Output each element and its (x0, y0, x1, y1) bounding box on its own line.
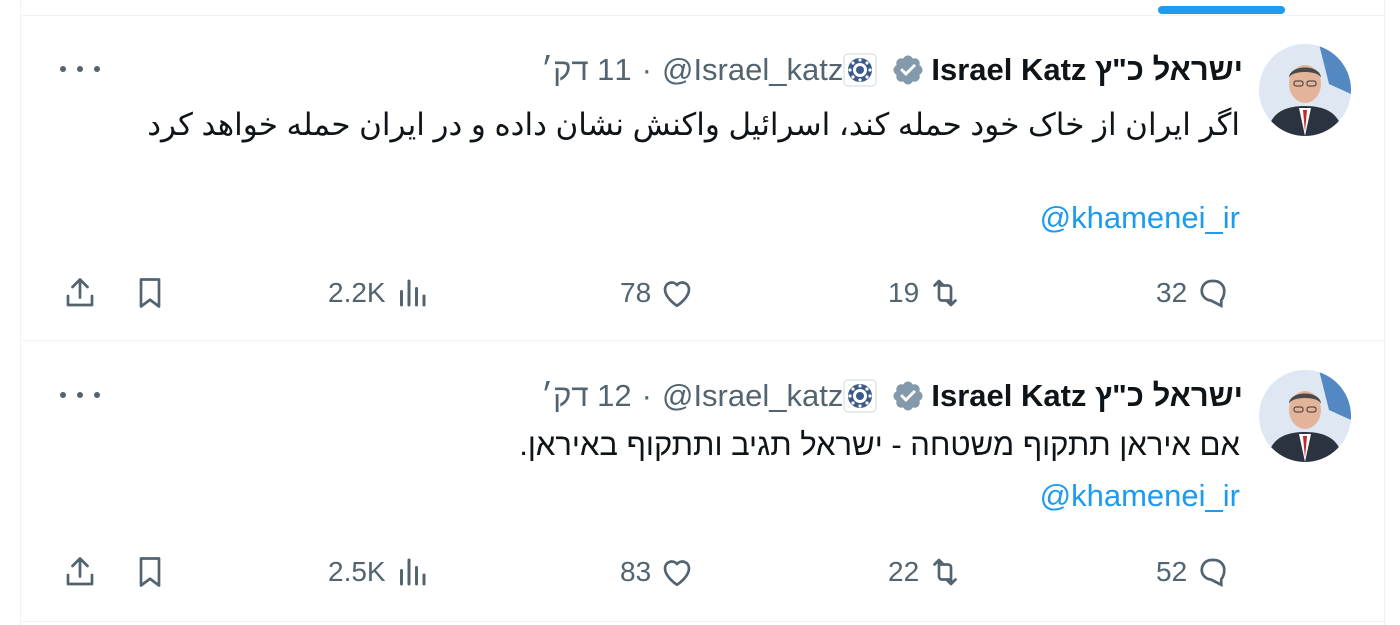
author-handle[interactable]: @Israel_katz (662, 378, 843, 414)
retweet-icon (933, 558, 958, 586)
tweet-header: ישראל כ"ץ Israel Katz @Israel_katz · 11 … (541, 52, 1243, 88)
views-count: 2.5K (328, 556, 386, 587)
share-button[interactable] (62, 268, 98, 318)
share-icon (66, 557, 94, 586)
like-count: 78 (620, 277, 652, 308)
author-name[interactable]: ישראל כ"ץ Israel Katz (931, 52, 1243, 88)
reply-button[interactable]: 52 (1156, 547, 1231, 597)
tweet-actions: 32 19 78 2.2K (20, 268, 1385, 318)
separator-dot: · (641, 52, 652, 87)
more-icon[interactable] (60, 56, 100, 82)
tweet-actions: 52 22 83 2.5K (20, 547, 1385, 597)
bookmark-button[interactable] (132, 547, 168, 597)
like-count: 83 (620, 556, 652, 587)
tweet[interactable]: ישראל כ"ץ Israel Katz @Israel_katz · 12 … (20, 342, 1385, 622)
reply-icon (1200, 279, 1226, 308)
avatar[interactable] (1259, 370, 1351, 462)
retweet-button[interactable]: 22 (888, 547, 963, 597)
author-handle[interactable]: @Israel_katz (662, 52, 843, 88)
retweet-button[interactable]: 19 (888, 268, 963, 318)
reply-count: 32 (1156, 277, 1188, 308)
more-icon[interactable] (60, 382, 100, 408)
active-tab-indicator (1158, 6, 1285, 14)
retweet-icon (933, 279, 958, 307)
mention-link[interactable]: @khamenei_ir (1040, 478, 1240, 514)
verified-badge-icon (891, 379, 925, 413)
reply-count: 52 (1156, 556, 1188, 587)
views-icon (399, 558, 426, 586)
views-button[interactable]: 2.2K (328, 268, 430, 318)
bookmark-button[interactable] (132, 268, 168, 318)
tweet-timestamp[interactable]: 11 דק׳ (541, 52, 632, 88)
share-icon (66, 278, 94, 307)
government-badge-icon (843, 53, 877, 87)
government-badge-icon (843, 379, 877, 413)
bookmark-icon (139, 278, 161, 308)
tweet-header: ישראל כ"ץ Israel Katz @Israel_katz · 12 … (541, 378, 1243, 414)
heart-icon (663, 281, 691, 308)
like-button[interactable]: 83 (620, 547, 695, 597)
share-button[interactable] (62, 547, 98, 597)
bookmark-icon (139, 557, 161, 587)
reply-button[interactable]: 32 (1156, 268, 1231, 318)
mention-link[interactable]: @khamenei_ir (1040, 200, 1240, 236)
tweet[interactable]: ישראל כ"ץ Israel Katz @Israel_katz · 11 … (20, 16, 1385, 341)
verified-badge-icon (891, 53, 925, 87)
tweet-text: اگر ایران از خاک خود حمله کند، اسرائیل و… (147, 107, 1240, 142)
retweet-count: 22 (888, 556, 920, 587)
views-count: 2.2K (328, 277, 386, 308)
author-name[interactable]: ישראל כ"ץ Israel Katz (931, 378, 1243, 414)
reply-icon (1200, 558, 1226, 587)
views-icon (399, 279, 426, 307)
like-button[interactable]: 78 (620, 268, 695, 318)
avatar[interactable] (1259, 44, 1351, 136)
retweet-count: 19 (888, 277, 920, 308)
heart-icon (663, 560, 691, 587)
views-button[interactable]: 2.5K (328, 547, 430, 597)
tweet-text: אם איראן תתקוף משטחה - ישראל תגיב ותתקוף… (519, 427, 1240, 462)
tweet-timestamp[interactable]: 12 דק׳ (541, 378, 632, 414)
separator-dot: · (641, 378, 652, 413)
